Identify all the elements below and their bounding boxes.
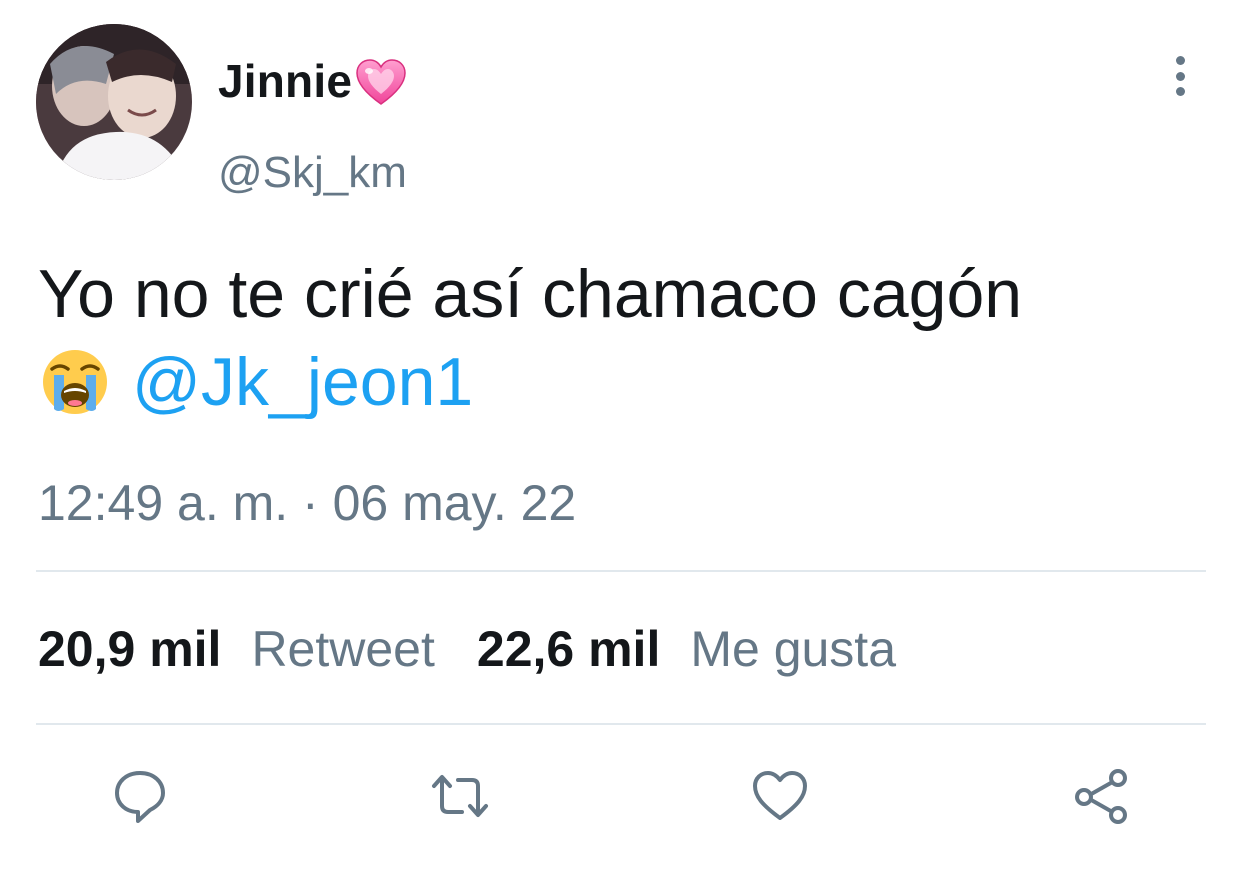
more-options-button[interactable] xyxy=(1160,52,1200,100)
like-button[interactable] xyxy=(750,766,810,826)
heart-outline-icon xyxy=(753,771,807,820)
more-dot-icon xyxy=(1175,56,1185,65)
more-dot-icon xyxy=(1175,71,1185,81)
display-name[interactable]: Jinnie xyxy=(218,52,408,110)
tweet-text-line: Yo no te crié así chamaco cagón xyxy=(38,256,1023,332)
tweet-text-line: @Jk_jeon1 xyxy=(38,338,1208,426)
likes-label[interactable]: Me gusta xyxy=(690,620,896,678)
divider xyxy=(36,570,1206,572)
author-handle[interactable]: @Skj_km xyxy=(218,148,407,198)
retweets-count[interactable]: 20,9 mil xyxy=(38,620,221,678)
divider xyxy=(36,723,1206,725)
likes-count[interactable]: 22,6 mil xyxy=(477,620,660,678)
display-name-text: Jinnie xyxy=(218,55,353,107)
share-nodes-icon xyxy=(1075,769,1127,824)
reply-button[interactable] xyxy=(110,766,170,826)
tweet-timestamp[interactable]: 12:49 a. m. · 06 may. 22 xyxy=(38,474,576,532)
retweet-button[interactable] xyxy=(430,766,490,826)
tweet-stats: 20,9 mil Retweet 22,6 mil Me gusta xyxy=(38,620,938,678)
tweet-text: Yo no te crié así chamaco cagón @Jk_jeon… xyxy=(38,250,1208,426)
more-dot-icon xyxy=(1175,87,1185,96)
loudly-crying-face-icon xyxy=(40,347,110,417)
retweets-label[interactable]: Retweet xyxy=(251,620,434,678)
share-button[interactable] xyxy=(1072,766,1132,826)
avatar[interactable] xyxy=(36,24,192,180)
sparkling-heart-icon xyxy=(354,56,408,110)
mention-link[interactable]: @Jk_jeon1 xyxy=(132,338,473,426)
speech-bubble-icon xyxy=(115,771,165,823)
avatar-photo xyxy=(36,24,192,180)
retweet-arrows-icon xyxy=(432,775,488,817)
